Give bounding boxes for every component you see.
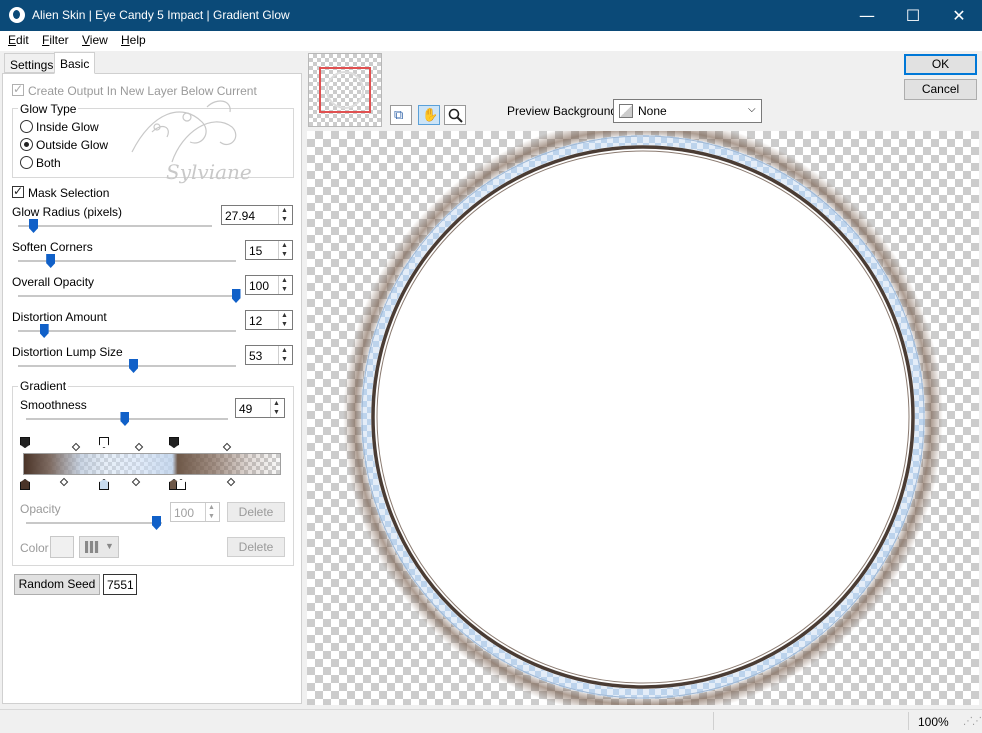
create-output-checkbox[interactable] bbox=[12, 82, 24, 96]
preview-background-value: None bbox=[638, 104, 667, 118]
distortion-lump-size-input[interactable]: 53 ▲ ▼ bbox=[245, 345, 293, 365]
glow-type-title: Glow Type bbox=[18, 102, 79, 116]
delete-color-stop-button[interactable]: Delete bbox=[227, 537, 285, 557]
color-palette-dropdown[interactable]: ▼ bbox=[79, 536, 119, 558]
cancel-button[interactable]: Cancel bbox=[904, 79, 977, 100]
menu-help[interactable]: Help bbox=[121, 33, 146, 47]
gradient-opacity-input[interactable]: 100 ▲ ▼ bbox=[170, 502, 220, 522]
glow-radius-input[interactable]: 27.94 ▲ ▼ bbox=[221, 205, 293, 225]
resize-grip-icon[interactable]: ⋰⋰ bbox=[963, 716, 982, 727]
zoom-level: 100% bbox=[918, 715, 949, 729]
overall-opacity-value: 100 bbox=[249, 279, 270, 293]
preview-background-label: Preview Background: bbox=[507, 104, 621, 118]
outside-glow-label: Outside Glow bbox=[36, 138, 109, 152]
soften-corners-input[interactable]: 15 ▲ ▼ bbox=[245, 240, 293, 260]
background-swatch-icon bbox=[619, 104, 633, 118]
ok-button[interactable]: OK bbox=[904, 54, 977, 75]
status-divider bbox=[713, 712, 714, 730]
spin-up-icon[interactable]: ▲ bbox=[208, 504, 215, 512]
preview-canvas[interactable] bbox=[307, 131, 979, 705]
watermark-text: Sylviane bbox=[166, 160, 252, 184]
spin-up-icon[interactable]: ▲ bbox=[281, 207, 288, 215]
spin-up-icon[interactable]: ▲ bbox=[281, 312, 288, 320]
distortion-amount-input[interactable]: 12 ▲ ▼ bbox=[245, 310, 293, 330]
overall-opacity-track bbox=[18, 295, 236, 297]
title-bar: Alien Skin | Eye Candy 5 Impact | Gradie… bbox=[0, 0, 982, 31]
gradient-color-label: Color bbox=[20, 541, 49, 555]
gradient-title: Gradient bbox=[18, 379, 69, 393]
spin-up-icon[interactable]: ▲ bbox=[281, 277, 288, 285]
spin-down-icon[interactable]: ▼ bbox=[281, 356, 288, 364]
minimize-button[interactable]: — bbox=[844, 0, 890, 31]
compare-icon: ⧉ bbox=[394, 107, 404, 122]
preview-background-select[interactable]: None ⌵ bbox=[613, 99, 762, 123]
gradient-opacity-label: Opacity bbox=[20, 502, 61, 516]
overall-opacity-input[interactable]: 100 ▲ ▼ bbox=[245, 275, 293, 295]
gradient-opacity-track bbox=[26, 522, 162, 524]
tab-basic[interactable]: Basic bbox=[54, 52, 96, 74]
maximize-button[interactable]: ☐ bbox=[890, 0, 936, 31]
zoom-tool-button[interactable] bbox=[444, 105, 466, 125]
spin-down-icon[interactable]: ▼ bbox=[281, 216, 288, 224]
mask-selection-checkbox[interactable] bbox=[12, 184, 24, 198]
spin-up-icon[interactable]: ▲ bbox=[281, 242, 288, 250]
smoothness-value: 49 bbox=[239, 402, 253, 416]
menu-edit[interactable]: Edit bbox=[8, 33, 29, 47]
navigator-view-rect[interactable] bbox=[319, 67, 371, 113]
delete-opacity-stop-button[interactable]: Delete bbox=[227, 502, 285, 522]
gradient-preview-bar[interactable] bbox=[23, 453, 281, 475]
window-title: Alien Skin | Eye Candy 5 Impact | Gradie… bbox=[32, 8, 290, 22]
menu-filter[interactable]: Filter bbox=[42, 33, 69, 47]
distortion-lump-size-track bbox=[18, 365, 236, 367]
gradient-color-swatch[interactable] bbox=[50, 536, 74, 558]
glow-ring-preview bbox=[343, 131, 943, 705]
tab-settings[interactable]: Settings bbox=[4, 53, 60, 73]
spin-down-icon[interactable]: ▼ bbox=[281, 251, 288, 259]
both-radio[interactable] bbox=[20, 156, 33, 169]
palette-grid-icon bbox=[85, 541, 99, 553]
status-divider bbox=[908, 712, 909, 730]
chevron-down-icon: ▼ bbox=[105, 541, 114, 551]
glow-radius-label: Glow Radius (pixels) bbox=[12, 205, 123, 219]
before-after-tool-button[interactable]: ⧉ bbox=[390, 105, 412, 125]
spin-down-icon[interactable]: ▼ bbox=[281, 321, 288, 329]
random-seed-input[interactable]: 7551 bbox=[103, 574, 137, 595]
hand-icon: ✋ bbox=[422, 107, 439, 122]
mask-selection-label: Mask Selection bbox=[28, 186, 110, 200]
hand-tool-button[interactable]: ✋ bbox=[418, 105, 440, 125]
app-logo-icon bbox=[9, 7, 25, 23]
gradient-opacity-value: 100 bbox=[174, 506, 195, 520]
glow-radius-value: 27.94 bbox=[225, 209, 256, 223]
status-bar: 100% ⋰⋰ bbox=[0, 709, 982, 733]
inside-glow-label: Inside Glow bbox=[36, 120, 99, 134]
spin-down-icon[interactable]: ▼ bbox=[281, 286, 288, 294]
spin-up-icon[interactable]: ▲ bbox=[281, 347, 288, 355]
outside-glow-radio[interactable] bbox=[20, 138, 33, 151]
menu-view[interactable]: View bbox=[82, 33, 108, 47]
smoothness-input[interactable]: 49 ▲ ▼ bbox=[235, 398, 285, 418]
glow-radius-track bbox=[18, 225, 212, 227]
chevron-down-icon: ⌵ bbox=[748, 104, 756, 115]
soften-corners-value: 15 bbox=[249, 244, 263, 258]
smoothness-label: Smoothness bbox=[20, 398, 87, 412]
both-label: Both bbox=[36, 156, 61, 170]
soften-corners-label: Soften Corners bbox=[12, 240, 93, 254]
distortion-amount-value: 12 bbox=[249, 314, 263, 328]
spin-down-icon[interactable]: ▼ bbox=[273, 409, 280, 417]
menu-bar: Edit Filter View Help bbox=[0, 31, 982, 51]
spin-up-icon[interactable]: ▲ bbox=[273, 400, 280, 408]
spin-down-icon[interactable]: ▼ bbox=[208, 513, 215, 521]
inside-glow-radio[interactable] bbox=[20, 120, 33, 133]
overall-opacity-label: Overall Opacity bbox=[12, 275, 95, 289]
close-button[interactable]: ✕ bbox=[936, 0, 982, 31]
distortion-lump-size-value: 53 bbox=[249, 349, 263, 363]
random-seed-button[interactable]: Random Seed bbox=[14, 574, 100, 595]
distortion-lump-size-label: Distortion Lump Size bbox=[12, 345, 123, 359]
distortion-amount-track bbox=[18, 330, 236, 332]
magnifier-icon bbox=[448, 108, 463, 123]
distortion-amount-label: Distortion Amount bbox=[12, 310, 107, 324]
